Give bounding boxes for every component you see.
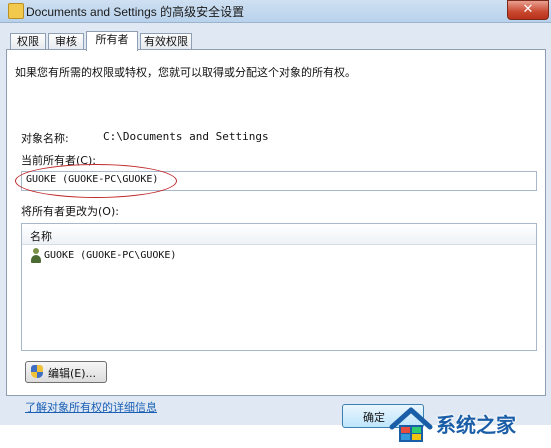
window-title: Documents and Settings 的高级安全设置 (26, 5, 245, 19)
object-name-value: C:\Documents and Settings (103, 130, 269, 143)
change-owner-label: 将所有者更改为(O): (21, 205, 119, 218)
column-name-label: 名称 (30, 230, 52, 243)
folder-icon (8, 3, 24, 19)
owner-panel: 如果您有所需的权限或特权，您就可以取得或分配这个对象的所有权。 对象名称: C:… (6, 49, 546, 414)
user-icon (30, 248, 42, 264)
list-item-label: GUOKE (GUOKE-PC\GUOKE) (44, 250, 177, 261)
ok-button-label: 确定 (363, 411, 385, 424)
title-bar: Documents and Settings 的高级安全设置 ✕ (0, 0, 551, 23)
house-logo-icon (389, 407, 433, 442)
object-name-label: 对象名称: (21, 132, 69, 145)
list-item[interactable]: GUOKE (GUOKE-PC\GUOKE) (22, 247, 536, 265)
highlight-ellipse (15, 164, 177, 198)
edit-button[interactable]: 编辑(E)... (25, 361, 107, 383)
tab-auditing[interactable]: 审核 (48, 33, 84, 50)
dialog-body: 权限 审核 所有者 有效权限 如果您有所需的权限或特权，您就可以取得或分配这个对… (0, 23, 551, 442)
list-column-header[interactable]: 名称 (22, 224, 536, 245)
tab-permissions[interactable]: 权限 (10, 33, 46, 50)
ownership-info-link[interactable]: 了解对象所有权的详细信息 (25, 399, 157, 415)
edit-button-label: 编辑(E)... (48, 367, 97, 380)
intro-text: 如果您有所需的权限或特权，您就可以取得或分配这个对象的所有权。 (15, 66, 356, 79)
watermark-text: 系统之家 (436, 413, 516, 437)
shield-icon (31, 365, 43, 378)
tab-effective-permissions[interactable]: 有效权限 (140, 33, 192, 50)
owner-listbox[interactable]: 名称 GUOKE (GUOKE-PC\GUOKE) (21, 223, 537, 351)
tab-owner[interactable]: 所有者 (86, 31, 138, 51)
close-button[interactable]: ✕ (507, 0, 549, 20)
